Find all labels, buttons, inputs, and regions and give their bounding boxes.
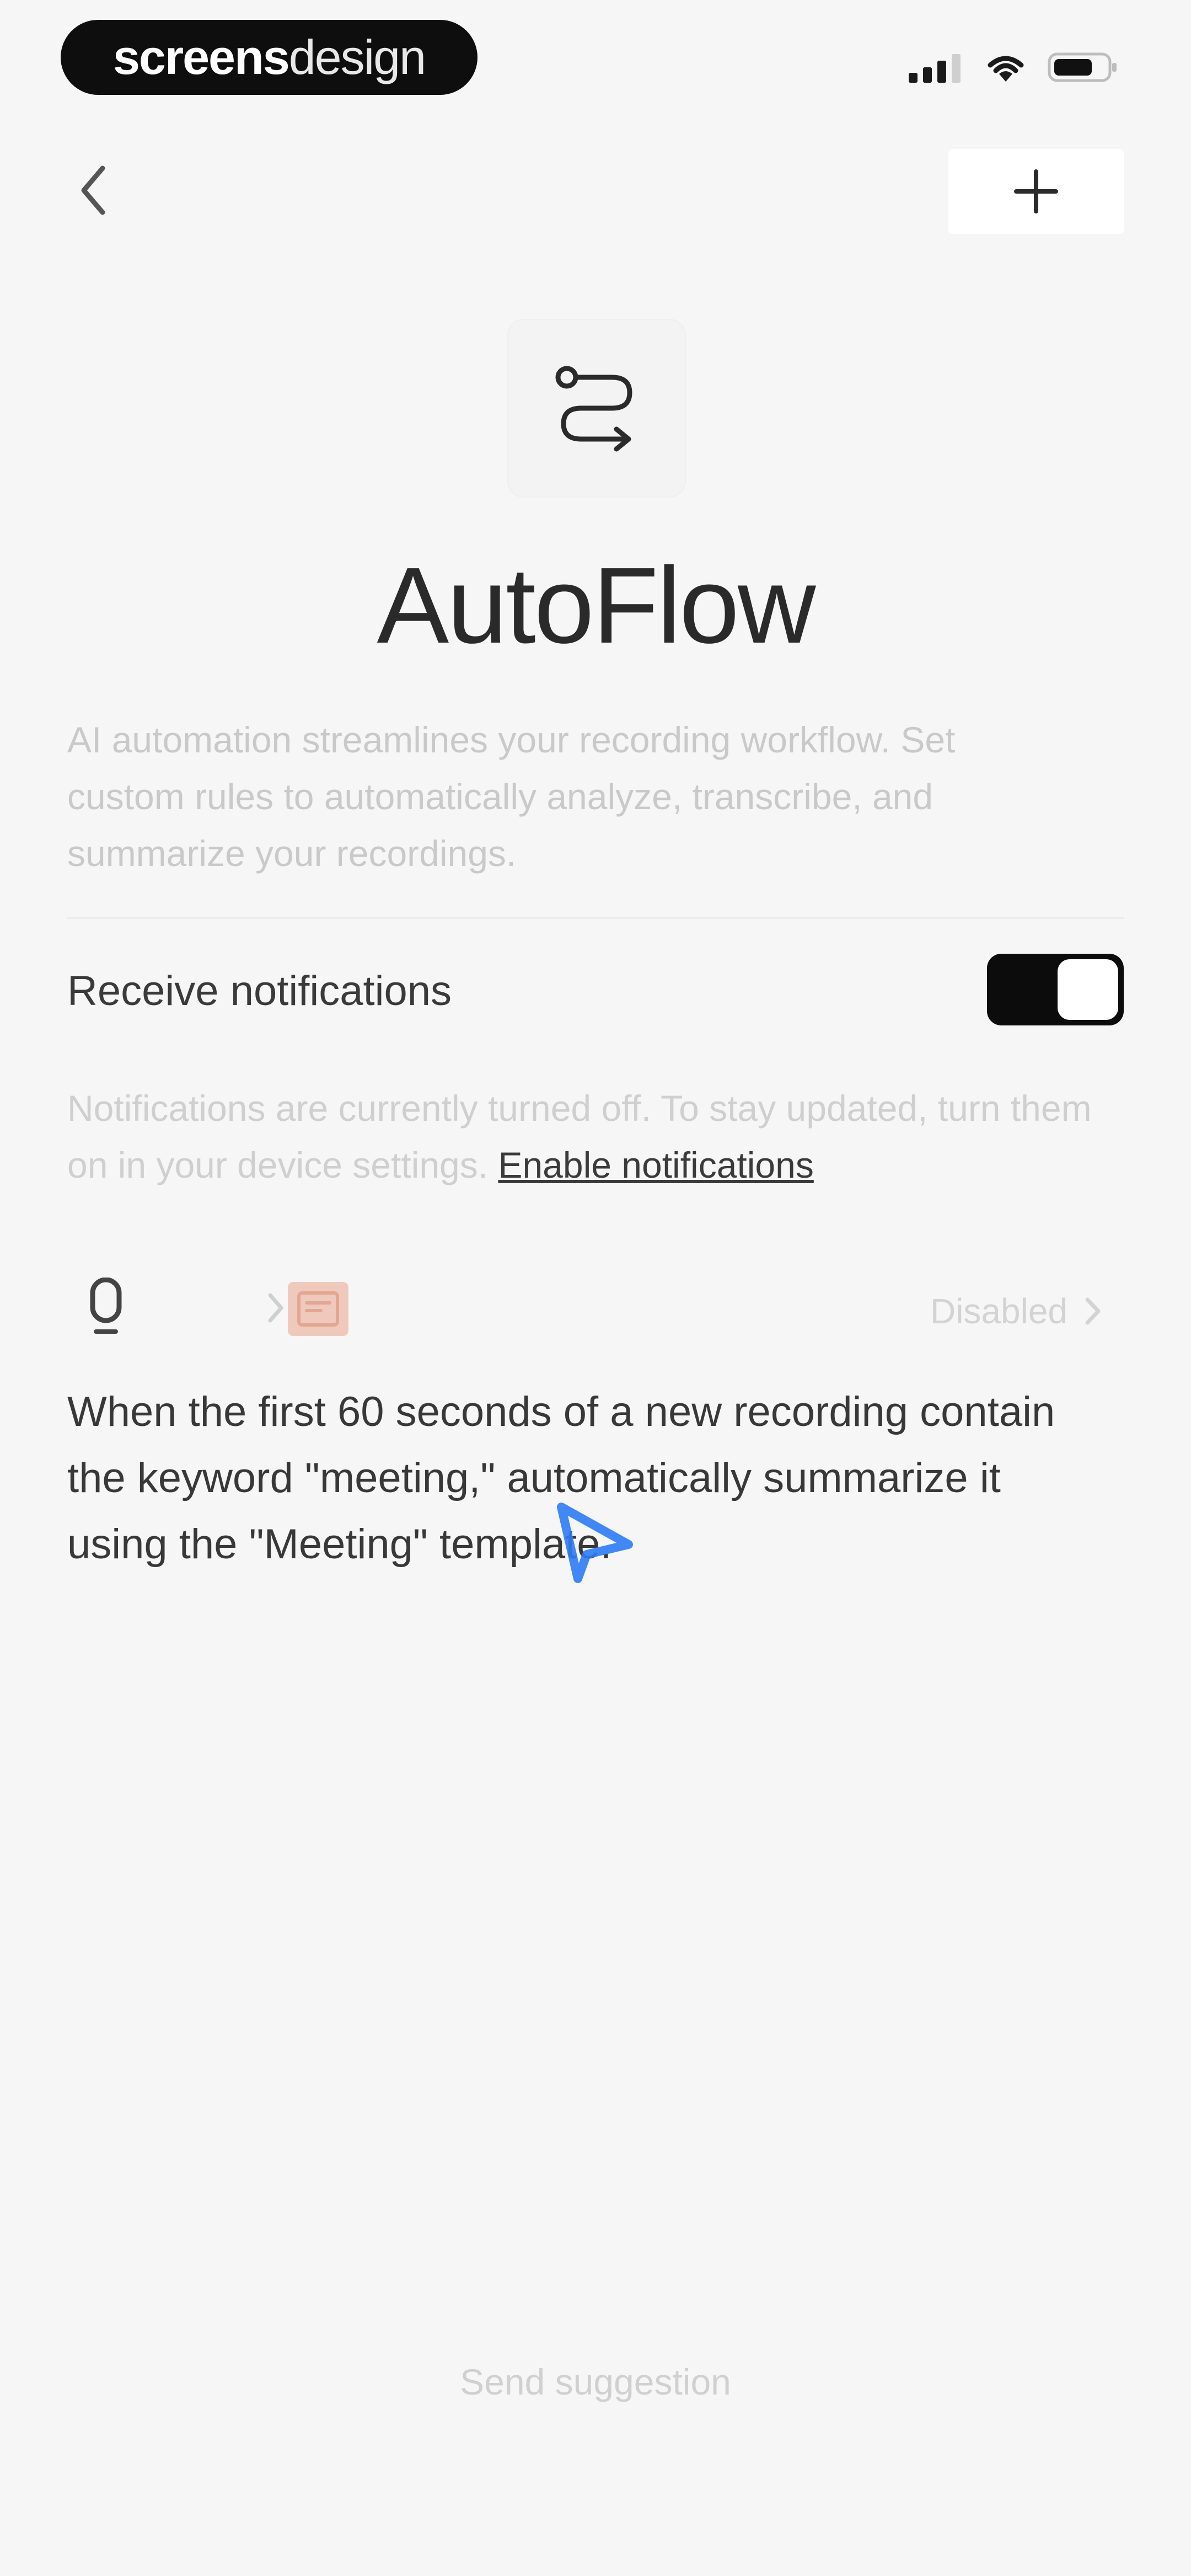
send-suggestion-button[interactable]: Send suggestion xyxy=(0,2361,1191,2403)
notifications-note: Notifications are currently turned off. … xyxy=(67,1080,1124,1194)
page-title: AutoFlow xyxy=(377,545,816,666)
rule-card-header[interactable]: Disabled xyxy=(67,1269,1124,1346)
brand-logo-part1: screens xyxy=(112,30,290,84)
chevron-right-icon xyxy=(268,1293,283,1323)
status-bar: screens design xyxy=(0,0,1191,116)
status-icons xyxy=(909,51,1119,84)
enable-notifications-link[interactable]: Enable notifications xyxy=(498,1145,813,1185)
chevron-left-icon xyxy=(81,165,105,215)
chevron-right-icon xyxy=(1085,1297,1101,1325)
rule-status-text: Disabled xyxy=(930,1291,1067,1331)
notifications-label: Receive notifications xyxy=(67,968,452,1014)
microphone-icon xyxy=(90,1278,122,1334)
brand-logo-part2: design xyxy=(288,30,426,84)
battery-icon xyxy=(1048,52,1117,82)
back-button[interactable] xyxy=(61,154,127,226)
toggle-knob xyxy=(1058,959,1118,1020)
page-description: AI automation streamlines your recording… xyxy=(67,719,956,874)
top-navigation xyxy=(0,132,1191,254)
route-icon xyxy=(555,366,632,452)
notifications-row: Receive notifications xyxy=(67,946,1124,1034)
pointer-cursor-icon xyxy=(557,1503,633,1583)
template-icon xyxy=(288,1282,348,1336)
notifications-toggle[interactable] xyxy=(987,954,1124,1025)
brand-logo: screens design xyxy=(61,20,478,95)
wifi-icon xyxy=(988,56,1024,82)
plus-icon xyxy=(1014,169,1058,213)
divider xyxy=(67,917,1124,919)
autoflow-app-icon xyxy=(508,320,685,496)
add-button[interactable] xyxy=(948,149,1124,234)
signal-icon xyxy=(909,54,961,83)
rule-status: Disabled xyxy=(930,1291,1102,1332)
